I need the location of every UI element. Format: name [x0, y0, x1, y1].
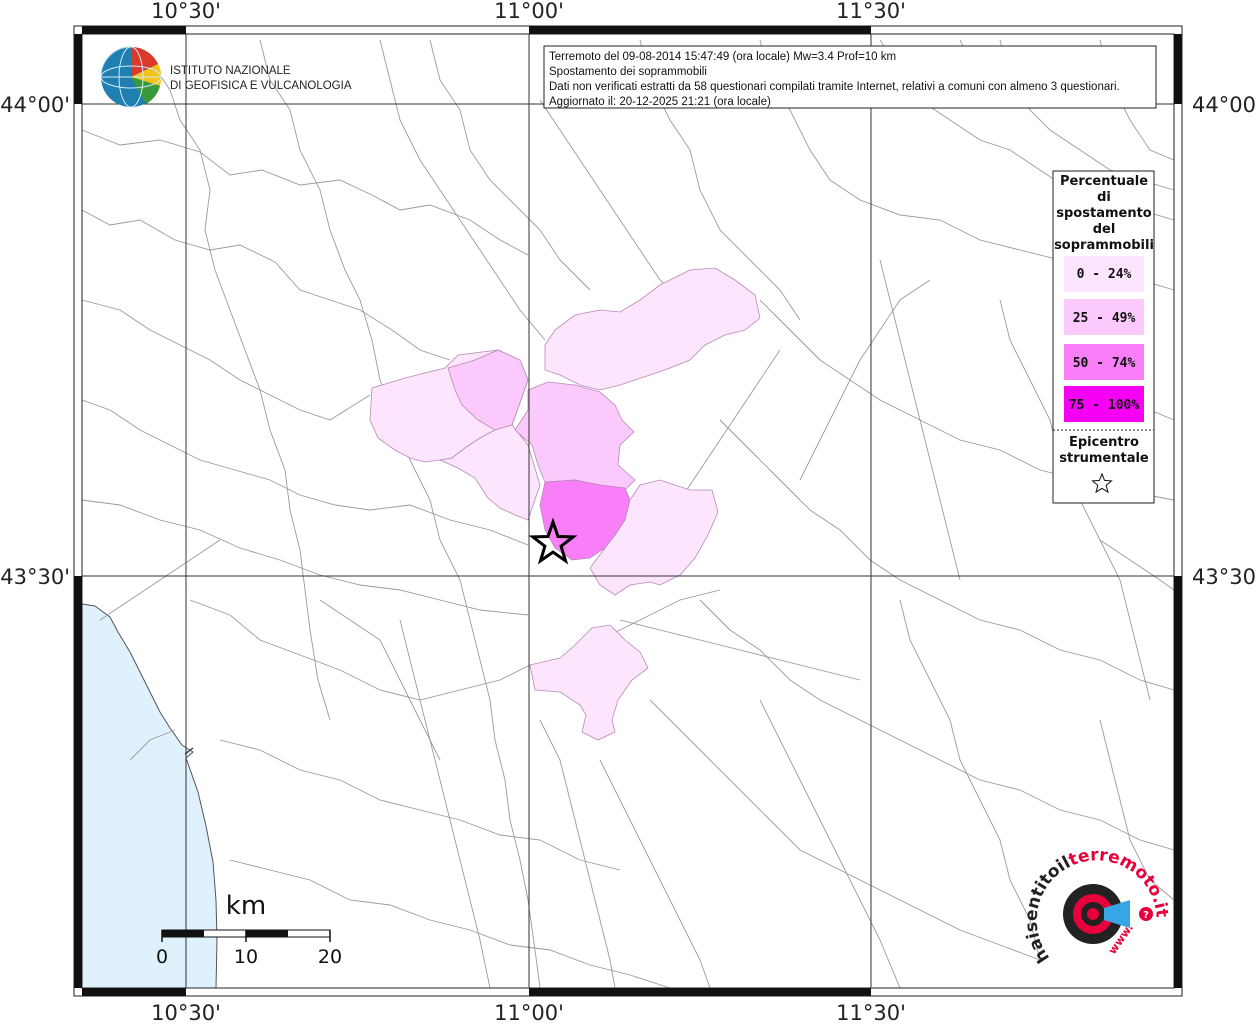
- coord-bottom-3: 11°30': [836, 1001, 906, 1024]
- ingv-name-line2: DI GEOFISICA E VULCANOLOGIA: [170, 80, 352, 92]
- intensity-map: 10°30' 11°00' 11°30' 10°30' 11°00' 11°30…: [0, 0, 1256, 1024]
- legend-title-3: spostamento: [1056, 206, 1152, 221]
- coord-top-1: 10°30': [151, 0, 221, 23]
- coord-left-1: 44°00': [0, 93, 70, 117]
- legend-title-1: Percentuale: [1060, 174, 1148, 189]
- coord-top-2: 11°00': [494, 0, 564, 23]
- coord-right-1: 44°00': [1192, 93, 1256, 117]
- scale-tick-0: 0: [156, 946, 168, 968]
- coord-left-2: 43°30': [0, 565, 70, 589]
- legend-epicenter-2: strumentale: [1059, 451, 1149, 466]
- scale-tick-10: 10: [234, 946, 258, 968]
- coord-bottom-2: 11°00': [494, 1001, 564, 1024]
- info-event: Terremoto del 09-08-2014 15:47:49 (ora l…: [549, 51, 896, 63]
- ingv-name-line1: ISTITUTO NAZIONALE: [170, 65, 291, 77]
- legend-label-75-100: 75 - 100%: [1069, 398, 1140, 413]
- scale-unit: km: [226, 891, 266, 921]
- scale-tick-20: 20: [318, 946, 342, 968]
- legend-title-2: di: [1097, 190, 1111, 205]
- legend: Percentuale di spostamento del soprammob…: [1052, 170, 1155, 504]
- legend-label-25-49: 25 - 49%: [1073, 311, 1136, 326]
- hsit-question: ?: [1143, 910, 1149, 921]
- info-updated: Aggiornato il: 20-12-2025 21:21 (ora loc…: [549, 96, 771, 108]
- info-box: Terremoto del 09-08-2014 15:47:49 (ora l…: [543, 45, 1157, 109]
- legend-label-0-24: 0 - 24%: [1077, 267, 1132, 282]
- info-parameter: Spostamento dei soprammobili: [549, 66, 707, 78]
- legend-label-50-74: 50 - 74%: [1073, 356, 1136, 371]
- info-disclaimer: Dati non verificati estratti da 58 quest…: [549, 81, 1120, 93]
- coord-right-2: 43°30': [1192, 565, 1256, 589]
- legend-epicenter-1: Epicentro: [1069, 435, 1139, 450]
- legend-title-5: soprammobili: [1054, 238, 1154, 253]
- coord-bottom-1: 10°30': [151, 1001, 221, 1024]
- legend-title-4: del: [1093, 222, 1116, 237]
- coord-top-3: 11°30': [836, 0, 906, 23]
